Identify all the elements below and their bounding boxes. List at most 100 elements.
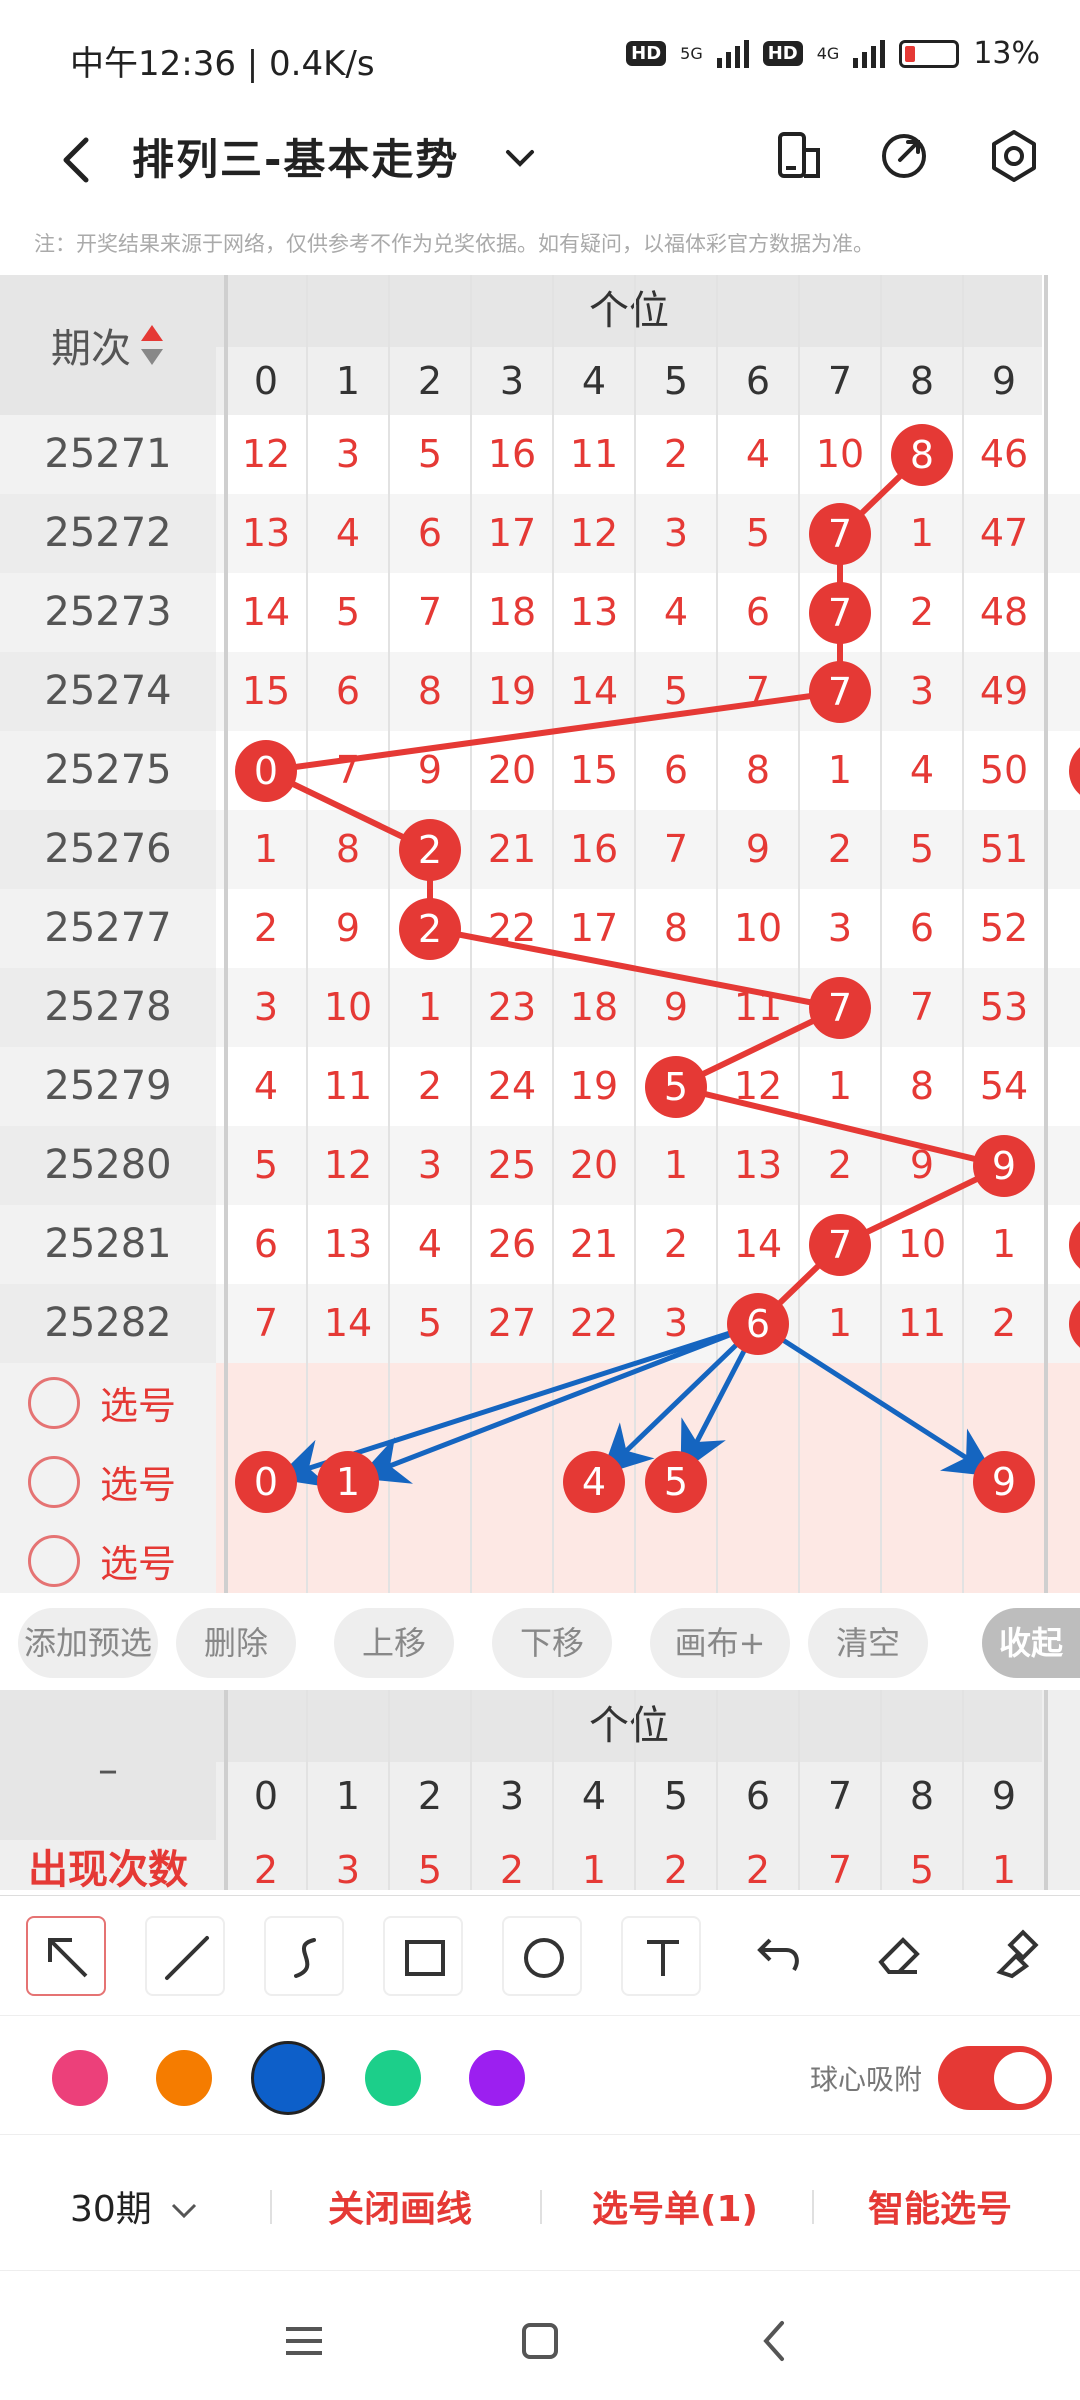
issue-number: 25276 bbox=[0, 810, 216, 889]
miss-count-cell: 5 bbox=[909, 827, 935, 871]
home-icon[interactable] bbox=[510, 2311, 570, 2371]
period-selector[interactable]: 30期 bbox=[70, 2180, 199, 2232]
toolbar-button[interactable]: 上移 bbox=[334, 1608, 454, 1678]
miss-count-cell: 10 bbox=[323, 985, 373, 1029]
stats-grid-line bbox=[880, 1690, 882, 1890]
miss-count-cell: 2 bbox=[253, 906, 279, 950]
toolbar-button[interactable]: 画布+ bbox=[650, 1608, 790, 1678]
circle-tool-button[interactable] bbox=[502, 1916, 582, 1996]
color-swatch[interactable] bbox=[365, 2050, 421, 2106]
appear-count-value: 1 bbox=[991, 1848, 1017, 1890]
pick-row-label[interactable]: 选号 bbox=[28, 1375, 176, 1430]
undo-icon bbox=[757, 1938, 799, 1972]
separator bbox=[540, 2190, 542, 2224]
back-icon[interactable] bbox=[746, 2311, 806, 2371]
miss-count-cell: 19 bbox=[487, 669, 537, 713]
miss-count-cell: 24 bbox=[487, 1064, 537, 1108]
miss-count-cell: 5 bbox=[335, 590, 361, 634]
selected-pick-ball[interactable]: 9 bbox=[973, 1451, 1035, 1513]
next-group-cell: 4 bbox=[1059, 652, 1080, 731]
toolbar-button[interactable]: 下移 bbox=[492, 1608, 612, 1678]
text-tool-button[interactable] bbox=[621, 1916, 701, 1996]
bottom-bar: 30期 关闭画线 选号单(1) 智能选号 bbox=[0, 2140, 1080, 2270]
close-lines-button[interactable]: 关闭画线 bbox=[328, 2180, 472, 2232]
digit-header: 1 bbox=[335, 359, 361, 403]
share-icon[interactable] bbox=[872, 124, 936, 188]
hit-ball: 9 bbox=[973, 1135, 1035, 1197]
page-title[interactable]: 排列三-基本走势 bbox=[132, 126, 459, 187]
miss-count-cell: 4 bbox=[663, 590, 689, 634]
chevron-down-icon[interactable] bbox=[500, 132, 540, 182]
trend-table[interactable]: 期次 个位 01234567890 2527112351611241046125… bbox=[0, 275, 1080, 1593]
eraser-button[interactable] bbox=[859, 1916, 939, 1996]
miss-count-cell: 12 bbox=[569, 511, 619, 555]
collapse-button[interactable]: 收起 bbox=[982, 1608, 1080, 1678]
radio-circle-icon[interactable] bbox=[28, 1376, 80, 1429]
eraser-icon bbox=[878, 1937, 920, 1974]
color-swatch[interactable] bbox=[251, 2041, 325, 2115]
appear-count-value: 1 bbox=[581, 1848, 607, 1890]
selected-pick-ball[interactable]: 5 bbox=[645, 1451, 707, 1513]
appear-count-value: 2 bbox=[499, 1848, 525, 1890]
miss-count-cell: 49 bbox=[979, 669, 1029, 713]
miss-count-cell: 6 bbox=[745, 590, 771, 634]
stats-digit-header: 0 bbox=[253, 1774, 279, 1818]
appear-count-value: 2 bbox=[253, 1848, 279, 1890]
miss-count-cell: 1 bbox=[827, 1064, 853, 1108]
hit-ball: 7 bbox=[809, 661, 871, 723]
miss-count-cell: 17 bbox=[487, 511, 537, 555]
radio-circle-icon[interactable] bbox=[28, 1455, 80, 1508]
issue-header[interactable]: 期次 bbox=[0, 275, 216, 415]
clear-brush-button[interactable] bbox=[978, 1916, 1058, 1996]
toolbar-button[interactable]: 删除 bbox=[176, 1608, 296, 1678]
stats-digit-header: 7 bbox=[827, 1774, 853, 1818]
miss-count-cell: 9 bbox=[909, 1143, 935, 1187]
stats-grid-line bbox=[388, 1690, 390, 1890]
selected-pick-ball[interactable]: 4 bbox=[563, 1451, 625, 1513]
miss-count-cell: 1 bbox=[909, 511, 935, 555]
rectangle-tool-button[interactable] bbox=[383, 1916, 463, 1996]
back-arrow-icon[interactable] bbox=[48, 130, 108, 190]
miss-count-cell: 21 bbox=[569, 1222, 619, 1266]
miss-count-cell: 23 bbox=[487, 985, 537, 1029]
miss-count-cell: 4 bbox=[909, 748, 935, 792]
pick-row-label[interactable]: 选号 bbox=[28, 1454, 176, 1509]
stats-grid-line bbox=[962, 1690, 964, 1890]
miss-count-cell: 11 bbox=[323, 1064, 373, 1108]
layout-toggle-icon[interactable] bbox=[766, 124, 830, 188]
smart-pick-button[interactable]: 智能选号 bbox=[868, 2180, 1012, 2232]
pick-list-button[interactable]: 选号单(1) bbox=[592, 2180, 758, 2232]
net-5g-label: 5G bbox=[680, 44, 703, 63]
next-group-cell: 1 bbox=[1059, 415, 1080, 494]
selected-pick-ball[interactable]: 0 bbox=[235, 1451, 297, 1513]
pick-row-label[interactable]: 选号 bbox=[28, 1533, 176, 1588]
settings-icon[interactable] bbox=[982, 124, 1046, 188]
miss-count-cell: 11 bbox=[897, 1301, 947, 1345]
radio-circle-icon[interactable] bbox=[28, 1534, 80, 1587]
color-swatch[interactable] bbox=[469, 2050, 525, 2106]
menu-icon[interactable] bbox=[274, 2311, 334, 2371]
digit-header: 3 bbox=[499, 359, 525, 403]
miss-count-cell: 7 bbox=[417, 590, 443, 634]
issue-number: 25281 bbox=[0, 1205, 216, 1284]
line-tool-button[interactable] bbox=[145, 1916, 225, 1996]
color-swatch[interactable] bbox=[156, 2050, 212, 2106]
sort-icon[interactable] bbox=[139, 323, 165, 367]
appear-count-value: 5 bbox=[417, 1848, 443, 1890]
issue-number: 25277 bbox=[0, 889, 216, 968]
miss-count-cell: 21 bbox=[487, 827, 537, 871]
miss-count-cell: 4 bbox=[745, 432, 771, 476]
selected-pick-ball[interactable]: 1 bbox=[317, 1451, 379, 1513]
miss-count-cell: 53 bbox=[979, 985, 1029, 1029]
curve-tool-button[interactable] bbox=[264, 1916, 344, 1996]
toolbar-button[interactable]: 添加预选 bbox=[18, 1608, 158, 1678]
stats-group-header: 个位 bbox=[216, 1690, 1042, 1762]
color-swatch[interactable] bbox=[52, 2050, 108, 2106]
snap-toggle[interactable] bbox=[938, 2046, 1052, 2110]
stats-digit-header: 3 bbox=[499, 1774, 525, 1818]
status-icons: HD 5G HD 4G 13% bbox=[626, 36, 1040, 71]
select-arrow-button[interactable] bbox=[26, 1916, 106, 1996]
miss-count-cell: 22 bbox=[487, 906, 537, 950]
toolbar-button[interactable]: 清空 bbox=[808, 1608, 928, 1678]
undo-button[interactable] bbox=[740, 1916, 820, 1996]
